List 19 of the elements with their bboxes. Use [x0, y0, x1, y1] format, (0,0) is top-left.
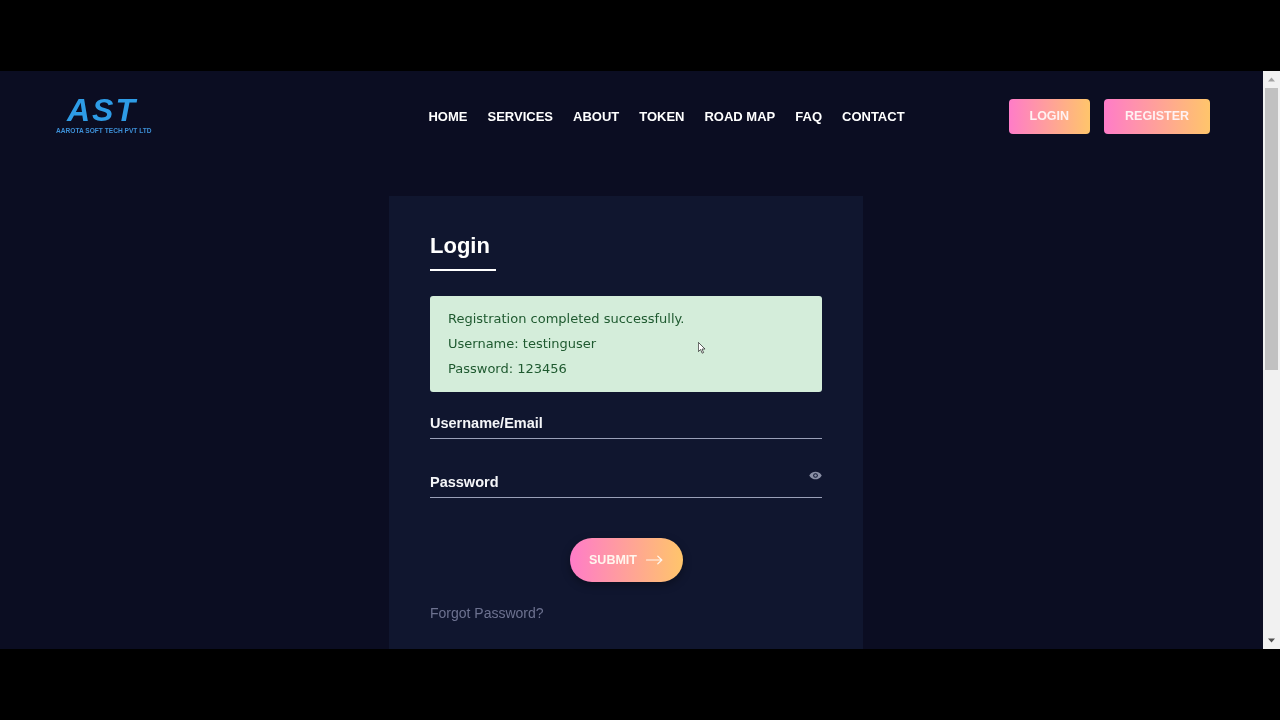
logo-wordmark: AST	[67, 97, 137, 123]
arrow-right-icon	[645, 555, 663, 565]
nav-link[interactable]: FAQ	[795, 108, 822, 124]
mouse-pointer-icon	[698, 342, 706, 354]
nav-link[interactable]: HOME	[428, 108, 468, 124]
nav-link[interactable]: ABOUT	[573, 108, 620, 124]
nav-link[interactable]: ROAD MAP	[704, 108, 776, 124]
password-field[interactable]: Password	[430, 466, 822, 498]
alert-text: Password: 123456	[448, 360, 567, 378]
eye-icon[interactable]	[809, 471, 822, 480]
nav-link[interactable]: CONTACT	[842, 108, 905, 124]
login-title: Login	[430, 232, 490, 260]
username-field[interactable]: Username/Email	[430, 407, 822, 439]
scrollbar-thumb[interactable]	[1265, 88, 1278, 370]
alert-text: Registration completed successfully.	[448, 310, 685, 328]
nav-link[interactable]: SERVICES	[487, 108, 553, 124]
alert-text: Username: testinguser	[448, 335, 597, 353]
nav-link[interactable]: TOKEN	[639, 108, 685, 124]
forgot-password-link[interactable]: Forgot Password?	[430, 605, 544, 621]
